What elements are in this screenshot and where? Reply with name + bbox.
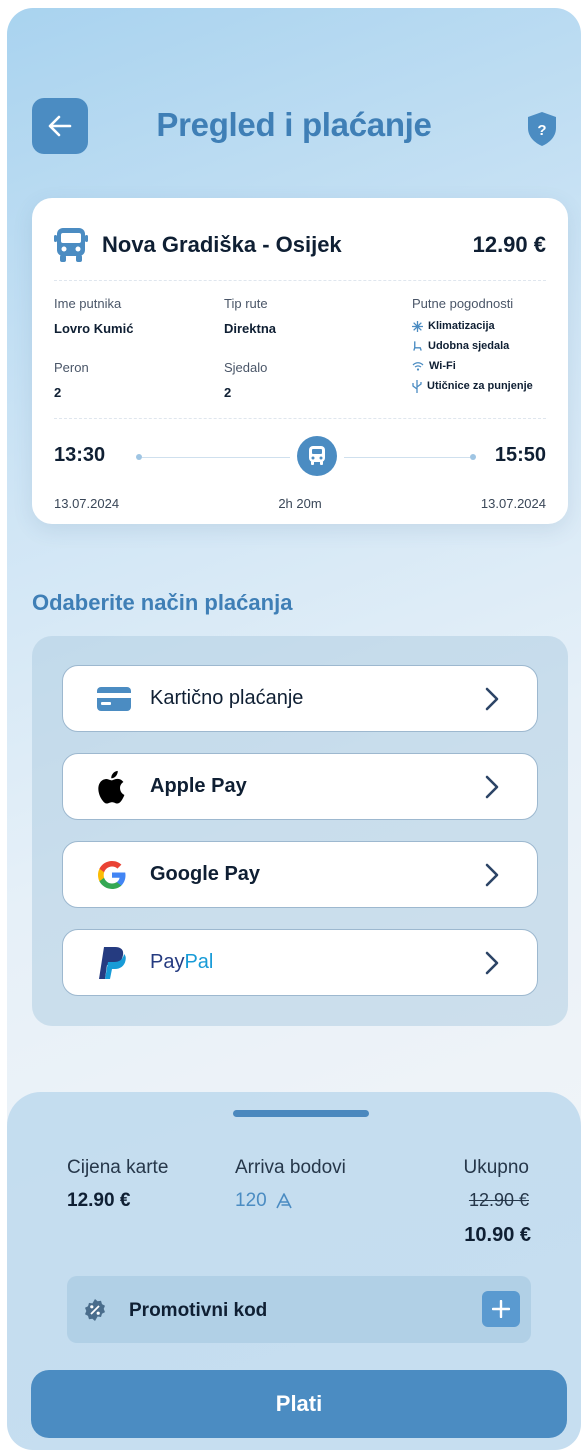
amenities-label: Putne pogodnosti <box>412 296 514 311</box>
apple-pay-button[interactable]: Apple Pay <box>62 753 538 820</box>
bus-icon <box>54 228 88 262</box>
amenity-item: Wi-Fi <box>412 359 533 373</box>
amenities-col: Putne pogodnosti Klimatizacija Udobna sj… <box>412 296 533 393</box>
route-name: Nova Gradiška - Osijek <box>102 232 342 257</box>
usb-icon <box>412 379 422 393</box>
bus-circle <box>297 436 337 476</box>
total-label: Ukupno <box>463 1157 530 1178</box>
payment-methods-panel: Kartično plaćanje Apple Pay Google Pay P… <box>32 636 568 1026</box>
amenity-label: Utičnice za punjenje <box>427 380 533 392</box>
phone-screen: Pregled i plaćanje ? Nova Gradiška - Osi… <box>7 8 581 1450</box>
paypal-label-part1: Pay <box>150 951 185 973</box>
card-icon <box>97 686 131 711</box>
paypal-icon <box>97 946 127 980</box>
google-pay-button[interactable]: Google Pay <box>62 841 538 908</box>
route-type-col: Tip rute Direktna Sjedalo 2 <box>224 296 276 400</box>
paypal-button[interactable]: PayPal <box>62 929 538 996</box>
pay-button[interactable]: Plati <box>31 1370 567 1438</box>
amenity-item: Klimatizacija <box>412 319 533 333</box>
amenity-label: Wi-Fi <box>429 360 456 372</box>
points-label: Arriva bodovi <box>235 1157 346 1178</box>
chevron-right-icon <box>485 775 499 798</box>
timeline-line <box>344 457 470 458</box>
trip-header: Nova Gradiška - Osijek 12.90 € <box>54 226 546 266</box>
header: Pregled i plaćanje ? <box>7 8 581 188</box>
snowflake-icon <box>412 320 423 332</box>
amenity-label: Klimatizacija <box>428 320 495 332</box>
amenity-item: Utičnice za punjenje <box>412 379 533 393</box>
payment-method-label: Apple Pay <box>150 775 247 797</box>
svg-text:?: ? <box>537 122 546 139</box>
divider <box>54 280 546 281</box>
payment-method-label: Google Pay <box>150 863 261 885</box>
total-old-price: 12.90 € <box>468 1190 529 1210</box>
wifi-icon <box>412 362 424 371</box>
route-type-value: Direktna <box>224 321 277 336</box>
trip-card: Nova Gradiška - Osijek 12.90 € Ime putni… <box>32 198 568 524</box>
divider <box>54 418 546 419</box>
platform-value: 2 <box>54 385 62 400</box>
arriva-points-icon <box>275 1193 292 1209</box>
chevron-right-icon <box>485 951 499 974</box>
timeline-row: 13:30 15:50 <box>54 434 546 476</box>
promo-code-row[interactable]: Promotivni kod <box>67 1276 531 1343</box>
seat-value: 2 <box>224 385 232 400</box>
discount-badge-icon <box>85 1299 105 1321</box>
chevron-right-icon <box>485 687 499 710</box>
sheet-handle[interactable] <box>233 1110 369 1117</box>
paypal-label-part2: Pal <box>184 951 214 973</box>
ticket-price-value: 12.90 € <box>67 1190 131 1211</box>
promo-code-label: Promotivni kod <box>129 1300 268 1321</box>
departure-time: 13:30 <box>54 444 106 466</box>
ticket-price-label: Cijena karte <box>67 1157 169 1178</box>
seat-label: Sjedalo <box>224 360 268 375</box>
payment-section-title: Odaberite način plaćanja <box>32 590 293 615</box>
passenger-label: Ime putnika <box>54 296 122 311</box>
card-payment-button[interactable]: Kartično plaćanje <box>62 665 538 732</box>
passenger-value: Lovro Kumić <box>54 321 134 336</box>
timeline-dot <box>470 454 476 460</box>
google-icon <box>97 860 127 890</box>
seat-icon <box>413 341 422 351</box>
arrival-time: 15:50 <box>494 444 546 466</box>
arrival-date: 13.07.2024 <box>480 496 546 511</box>
apple-icon <box>97 770 125 803</box>
payment-method-label: Kartično plaćanje <box>150 687 304 709</box>
points-value-wrap: 120 <box>235 1190 293 1212</box>
passenger-col: Ime putnika Lovro Kumić Peron 2 <box>54 296 133 400</box>
amenity-label: Udobna sjedala <box>428 340 510 352</box>
chevron-right-icon <box>485 863 499 886</box>
page-title: Pregled i plaćanje <box>156 106 432 143</box>
points-value: 120 <box>235 1190 267 1211</box>
route-type-label: Tip rute <box>224 296 268 311</box>
bus-icon <box>309 446 325 465</box>
add-promo-button[interactable] <box>482 1291 520 1327</box>
timeline-line <box>142 457 290 458</box>
paypal-label: PayPal <box>150 951 213 974</box>
amenity-item: Udobna sjedala <box>412 339 533 353</box>
total-new-price: 10.90 € <box>464 1224 531 1246</box>
platform-label: Peron <box>54 360 89 375</box>
shield-help-icon[interactable]: ? <box>526 111 558 147</box>
plus-icon <box>492 1300 510 1318</box>
trip-price: 12.90 € <box>472 232 546 257</box>
